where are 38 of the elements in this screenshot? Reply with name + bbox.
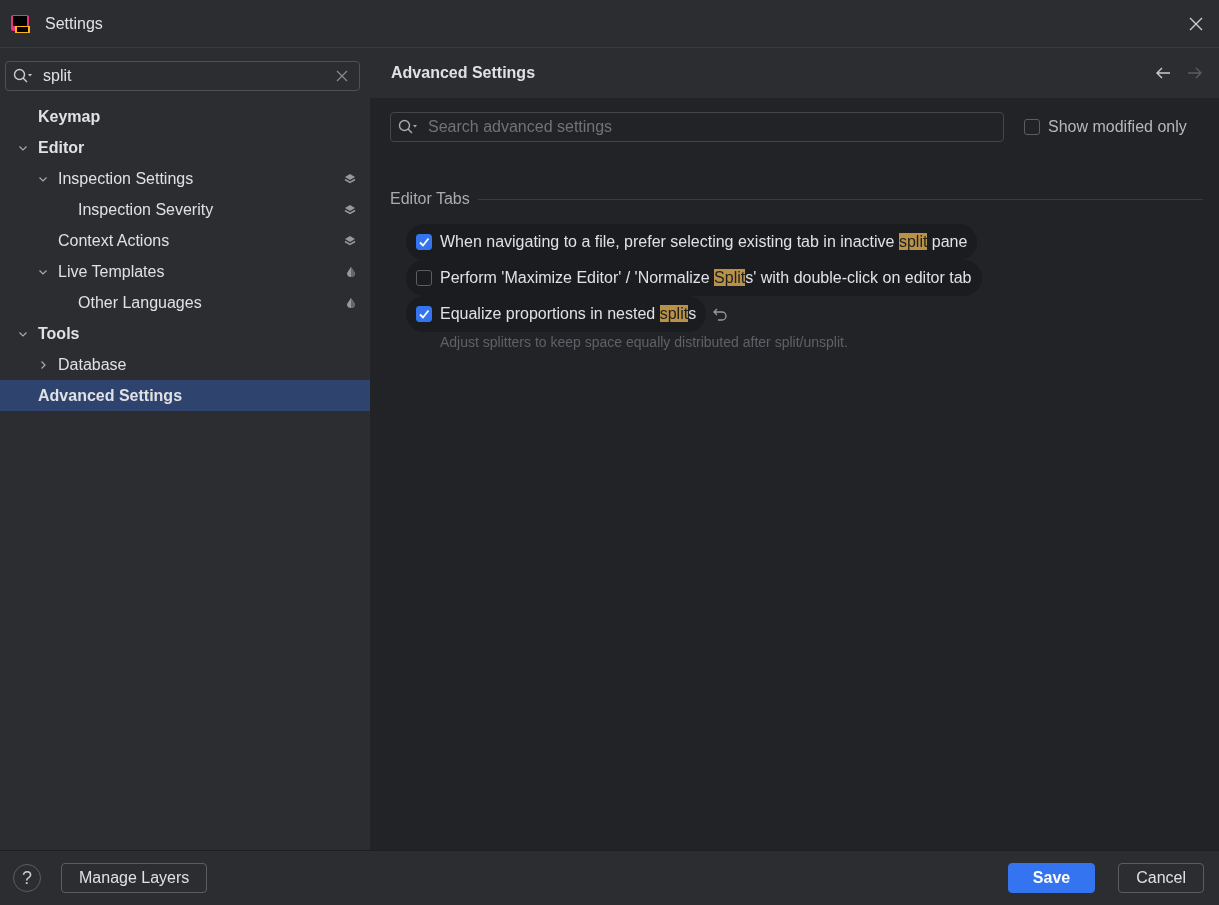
setting-description: Adjust splitters to keep space equally distributed after split/unsplit. bbox=[439, 334, 849, 350]
dialog-button[interactable]: Manage Layers bbox=[61, 863, 208, 893]
clear-icon[interactable] bbox=[336, 70, 348, 82]
section-title: Editor Tabs bbox=[390, 190, 470, 208]
setting-label: Equalize proportions in nested splits bbox=[440, 305, 697, 323]
app-logo-icon bbox=[10, 12, 32, 35]
setting-label: Perform 'Maximize Editor' / 'Normalize Splits' with double-click on editor tab bbox=[440, 269, 972, 287]
tree-item[interactable]: Editor bbox=[0, 132, 370, 163]
drop-icon bbox=[346, 296, 356, 309]
search-field[interactable]: split bbox=[5, 61, 360, 91]
page-title: Advanced Settings bbox=[391, 64, 536, 82]
layers-icon bbox=[344, 203, 356, 216]
search-field[interactable]: Search advanced settings bbox=[390, 112, 1004, 142]
tree-item[interactable]: Database bbox=[0, 349, 370, 380]
tree-item[interactable]: Other Languages bbox=[0, 287, 370, 318]
search-icon bbox=[398, 119, 418, 135]
checkbox[interactable] bbox=[1024, 119, 1040, 135]
tree-item[interactable]: Live Templates bbox=[0, 256, 370, 287]
reset-icon[interactable] bbox=[712, 307, 729, 321]
setting-label: When navigating to a file, prefer selecting existing tab in inactive split pane bbox=[440, 233, 968, 251]
drop-icon bbox=[346, 265, 356, 278]
layers-icon bbox=[344, 172, 356, 185]
checkbox[interactable] bbox=[416, 270, 432, 286]
dialog-button[interactable]: Save bbox=[1007, 863, 1096, 893]
back-arrow-icon[interactable] bbox=[1155, 65, 1171, 81]
checkbox[interactable] bbox=[416, 234, 432, 250]
checkbox-label: Show modified only bbox=[1048, 118, 1187, 136]
tree-item[interactable]: Keymap bbox=[0, 101, 370, 132]
layers-icon bbox=[344, 234, 356, 247]
checkbox[interactable] bbox=[416, 306, 432, 322]
tree-item[interactable]: Context Actions bbox=[0, 225, 370, 256]
tree-item[interactable]: Inspection Settings bbox=[0, 163, 370, 194]
dialog-button[interactable]: Cancel bbox=[1118, 863, 1204, 893]
window-title: Settings bbox=[45, 14, 103, 33]
search-icon bbox=[13, 68, 33, 84]
tree-item[interactable]: Advanced Settings bbox=[0, 380, 370, 411]
tree-item[interactable]: Tools bbox=[0, 318, 370, 349]
tree-item[interactable]: Inspection Severity bbox=[0, 194, 370, 225]
